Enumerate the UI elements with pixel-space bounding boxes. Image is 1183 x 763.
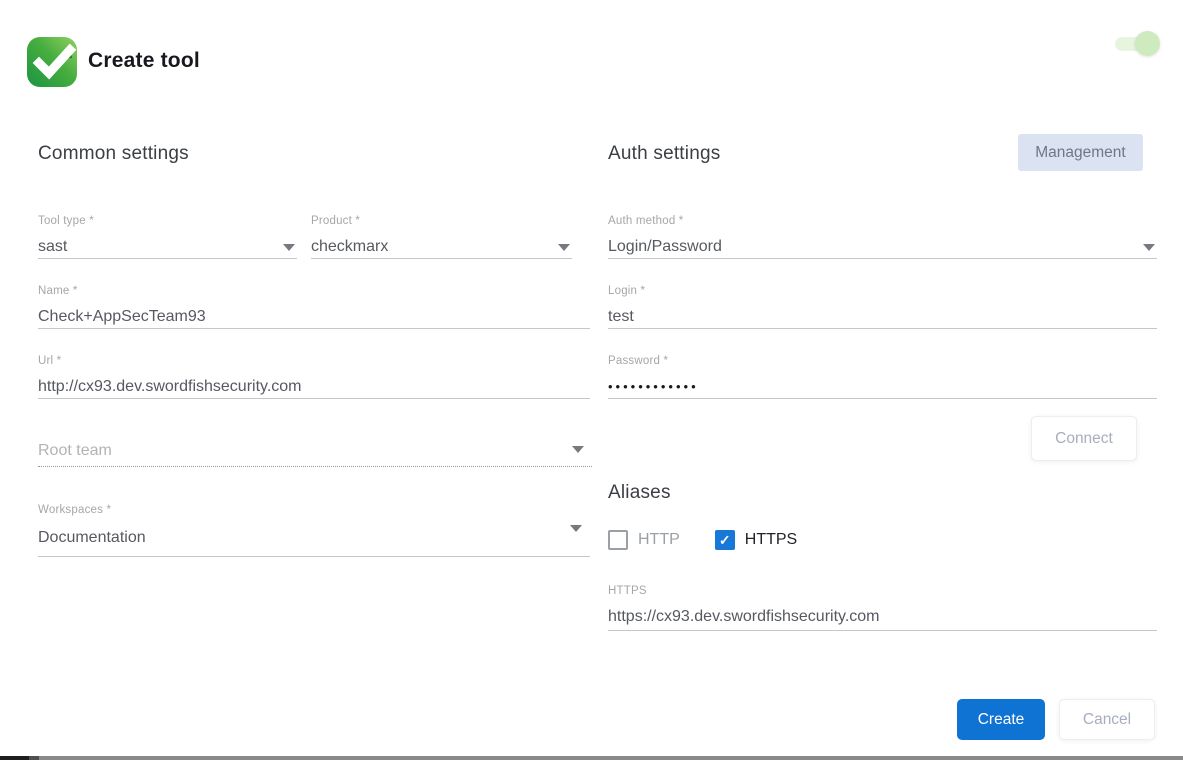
create-tool-dialog: Create tool Common settings Tool type * … (0, 0, 1183, 763)
enable-toggle[interactable] (1115, 31, 1160, 56)
chevron-down-icon[interactable] (283, 244, 295, 251)
alias-checkbox-row: HTTP ✓ HTTPS (608, 530, 797, 550)
root-team-field[interactable]: Root team (38, 440, 592, 467)
url-input[interactable] (38, 376, 590, 398)
root-team-select[interactable]: Root team (38, 440, 592, 462)
aliases-heading: Aliases (608, 482, 671, 503)
tool-type-field[interactable]: Tool type * sast (38, 214, 297, 259)
auth-method-field[interactable]: Auth method * Login/Password (608, 214, 1157, 259)
chevron-down-icon[interactable] (1143, 244, 1155, 251)
https-checkbox-label: HTTPS (744, 531, 798, 548)
cancel-button[interactable]: Cancel (1059, 699, 1155, 740)
scrollbar-thumb-fade (29, 756, 39, 760)
https-alias-input[interactable] (608, 606, 1157, 628)
name-field[interactable]: Name * (38, 284, 590, 329)
common-settings-heading: Common settings (38, 143, 189, 164)
auth-settings-heading: Auth settings (608, 143, 721, 164)
create-button[interactable]: Create (957, 699, 1045, 740)
name-label: Name * (38, 285, 78, 297)
url-field[interactable]: Url * (38, 354, 590, 399)
login-input[interactable] (608, 306, 1157, 328)
auth-method-select[interactable]: Login/Password (608, 236, 1157, 258)
window-bottom-edge (0, 756, 1183, 760)
scrollbar-track (39, 756, 1183, 760)
name-input[interactable] (38, 306, 590, 328)
https-checkbox[interactable]: ✓ (714, 530, 735, 550)
workspaces-field[interactable]: Workspaces * Documentation (38, 503, 590, 557)
toggle-thumb[interactable] (1135, 31, 1160, 56)
password-input[interactable] (608, 376, 1157, 398)
chevron-down-icon[interactable] (572, 446, 584, 453)
password-label: Password * (608, 355, 669, 367)
page-title: Create tool (88, 49, 200, 72)
password-field[interactable]: Password * (608, 354, 1157, 399)
product-select[interactable]: checkmarx (311, 236, 572, 258)
tool-type-select[interactable]: sast (38, 236, 297, 258)
checkmarx-logo-icon (27, 37, 77, 87)
http-checkbox-label: HTTP (638, 531, 680, 548)
url-label: Url * (38, 355, 62, 367)
product-label: Product * (311, 215, 361, 227)
chevron-down-icon[interactable] (570, 525, 582, 532)
scrollbar-thumb (0, 756, 29, 760)
login-label: Login * (608, 285, 646, 297)
workspaces-select[interactable]: Documentation (38, 527, 590, 549)
auth-method-label: Auth method * (608, 215, 684, 227)
https-alias-label: HTTPS (608, 585, 647, 597)
https-alias-field[interactable]: HTTPS (608, 584, 1157, 631)
workspaces-label: Workspaces * (38, 504, 112, 516)
connect-button[interactable]: Connect (1031, 416, 1137, 461)
http-checkbox[interactable] (608, 530, 628, 550)
check-icon: ✓ (718, 532, 731, 548)
management-chip[interactable]: Management (1018, 134, 1143, 171)
chevron-down-icon[interactable] (558, 244, 570, 251)
tool-type-label: Tool type * (38, 215, 94, 227)
product-field[interactable]: Product * checkmarx (311, 214, 572, 259)
login-field[interactable]: Login * (608, 284, 1157, 329)
